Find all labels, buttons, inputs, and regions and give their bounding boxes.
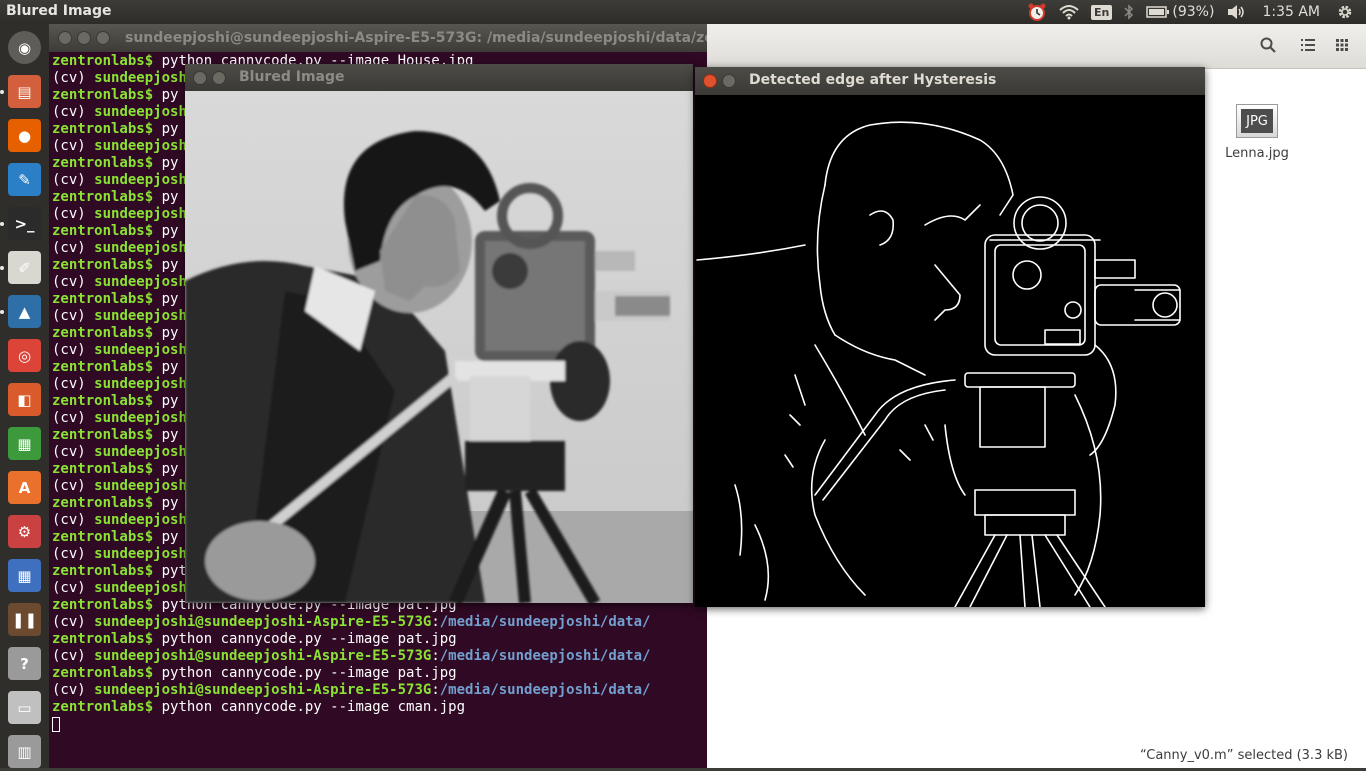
launcher-item-firefox[interactable]: ● — [5, 116, 44, 155]
file-item-lenna[interactable]: JPG Lenna.jpg — [1222, 104, 1292, 161]
search-icon[interactable] — [1253, 31, 1283, 59]
system-tray: En (93%) 1:35 AM — [1021, 0, 1360, 24]
ubuntu-logo-icon: ◉ — [8, 31, 41, 64]
active-app-title: Blured Image — [6, 3, 112, 19]
running-indicator — [0, 90, 4, 94]
battery-indicator[interactable]: (93%) — [1140, 0, 1220, 24]
launcher-item-software-center[interactable]: A — [5, 468, 44, 507]
chrome-icon: ◎ — [8, 339, 41, 372]
settings-gear-icon: ⚙ — [8, 515, 41, 548]
launcher-item-terminal[interactable]: >_ — [5, 204, 44, 243]
running-indicator — [0, 222, 4, 226]
grid-view-icon[interactable] — [1327, 31, 1357, 59]
top-panel: Blured Image En (93%) 1:35 AM — [0, 0, 1366, 24]
launcher-item-workspace-switcher[interactable]: ▦ — [5, 556, 44, 595]
terminal-line: (cv) sundeepjoshi@sundeepjoshi-Aspire-E5… — [52, 614, 651, 630]
blurred-window-titlebar[interactable]: Blured Image — [185, 64, 693, 92]
launcher-item-writer[interactable]: ✎ — [5, 160, 44, 199]
launcher-item-drive[interactable]: ▭ — [5, 688, 44, 727]
selection-status: “Canny_v0.m” selected (3.3 kB) — [1139, 748, 1348, 763]
jpg-file-icon: JPG — [1236, 104, 1278, 138]
minimize-icon[interactable] — [212, 71, 226, 85]
terminal-line: (cv) sundeepjoshi@sundeepjoshi-Aspire-E5… — [52, 682, 651, 698]
terminal-line: zentronlabs$ python cannycode.py --image… — [52, 699, 466, 715]
terminal-line: (cv) sundeepjoshi@sundeepjoshi-Aspire-E5… — [52, 648, 651, 664]
edge-window-title: Detected edge after Hysteresis — [749, 72, 997, 88]
books-icon: ❚❚ — [8, 603, 41, 636]
minimize-icon[interactable] — [722, 74, 736, 88]
terminal-title: sundeepjoshi@sundeepjoshi-Aspire-E5-573G… — [125, 30, 707, 46]
trash-icon: ▥ — [8, 735, 41, 768]
terminal-icon: >_ — [8, 207, 41, 240]
close-icon[interactable] — [58, 31, 72, 45]
terminal-titlebar[interactable]: sundeepjoshi@sundeepjoshi-Aspire-E5-573G… — [49, 24, 707, 52]
calc-spreadsheet-icon: ▦ — [8, 427, 41, 460]
firefox-icon: ● — [8, 119, 41, 152]
blurred-image-window[interactable]: Blured Image — [185, 64, 693, 603]
edge-detection-window[interactable]: Detected edge after Hysteresis — [695, 67, 1205, 607]
launcher-item-calc[interactable]: ▦ — [5, 424, 44, 463]
file-cabinet-icon: ▤ — [8, 75, 41, 108]
impress-presentation-icon: ◧ — [8, 383, 41, 416]
launcher: ◉ ▤ ● ✎ >_ ✐ ▲ ◎ ◧ ▦ A ⚙ ▦ ❚❚? ▭ ▥ — [0, 24, 50, 768]
writer-document-icon: ✎ — [8, 163, 41, 196]
blurred-window-title: Blured Image — [239, 69, 345, 85]
help-question-icon: ? — [8, 647, 41, 680]
volume-icon[interactable] — [1220, 0, 1252, 24]
launcher-item-trash[interactable]: ▥ — [5, 732, 44, 771]
running-indicator — [0, 310, 4, 314]
bluetooth-icon[interactable] — [1118, 0, 1140, 24]
matlab-icon: ▲ — [8, 295, 41, 328]
clock[interactable]: 1:35 AM — [1252, 0, 1330, 24]
terminal-line: zentronlabs$ python cannycode.py --image… — [52, 631, 457, 647]
blurred-cameraman-image — [185, 91, 693, 603]
battery-icon — [1146, 6, 1170, 18]
launcher-item-system-settings[interactable]: ⚙ — [5, 512, 44, 551]
wifi-icon[interactable] — [1053, 0, 1085, 24]
running-indicator — [0, 266, 4, 270]
maximize-icon[interactable] — [96, 31, 110, 45]
edge-map-image — [695, 95, 1205, 607]
launcher-item-files[interactable]: ▤ — [5, 72, 44, 111]
files-header-bar — [707, 24, 1366, 69]
launcher-item-help[interactable]: ? — [5, 644, 44, 683]
launcher-item-text-editor[interactable]: ✐ — [5, 248, 44, 287]
workspace-grid-icon: ▦ — [8, 559, 41, 592]
launcher-item-library[interactable]: ❚❚ — [5, 600, 44, 639]
launcher-item-dash-home[interactable]: ◉ — [5, 28, 44, 67]
terminal-line: zentronlabs$ python cannycode.py --image… — [52, 665, 457, 681]
keyboard-layout-indicator[interactable]: En — [1085, 0, 1118, 24]
session-gear-icon[interactable] — [1330, 0, 1360, 24]
close-icon[interactable] — [193, 71, 207, 85]
launcher-item-impress[interactable]: ◧ — [5, 380, 44, 419]
terminal-prompt-line[interactable] — [52, 716, 650, 733]
drive-icon: ▭ — [8, 691, 41, 724]
list-view-icon[interactable] — [1293, 31, 1323, 59]
edge-window-titlebar[interactable]: Detected edge after Hysteresis — [695, 67, 1205, 95]
launcher-item-chrome[interactable]: ◎ — [5, 336, 44, 375]
terminal-cursor — [52, 716, 60, 732]
alarm-clock-icon[interactable] — [1021, 0, 1053, 24]
minimize-icon[interactable] — [77, 31, 91, 45]
close-icon[interactable] — [703, 74, 717, 88]
battery-percent: (93%) — [1172, 4, 1215, 20]
launcher-item-matlab[interactable]: ▲ — [5, 292, 44, 331]
software-center-bag-icon: A — [8, 471, 41, 504]
file-name: Lenna.jpg — [1225, 146, 1289, 161]
text-editor-icon: ✐ — [8, 251, 41, 284]
